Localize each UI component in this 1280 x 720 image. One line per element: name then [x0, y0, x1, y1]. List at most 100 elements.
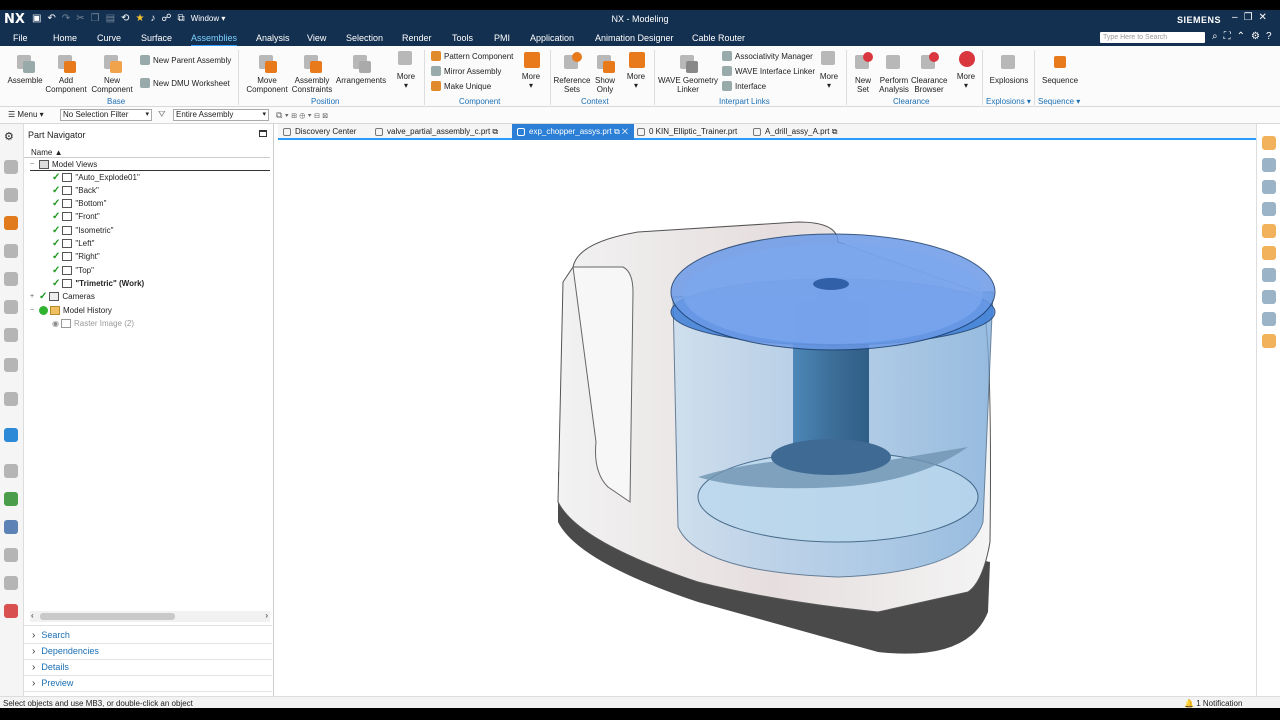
clearance-browser-button[interactable]: Clearance Browser [911, 52, 947, 94]
wave-geometry-linker-button[interactable]: WAVE Geometry Linker [658, 52, 718, 94]
tab-curve[interactable]: Curve [97, 33, 121, 43]
wave-interface-linker-button[interactable]: WAVE Interface Linker [722, 66, 815, 76]
check-icon[interactable]: ✓ [52, 211, 60, 222]
collapse-ribbon-icon[interactable]: ⌃ [1237, 31, 1245, 42]
scroll-right-icon[interactable]: › [265, 611, 268, 620]
component-more-button[interactable]: More ▾ [516, 48, 546, 90]
tab-assemblies[interactable]: Assemblies [191, 33, 238, 47]
sequence-button[interactable]: Sequence [1038, 52, 1082, 85]
assemble-button[interactable]: Assemble [6, 52, 44, 85]
position-more-button[interactable]: More ▾ [392, 48, 420, 90]
tab-analysis[interactable]: Analysis [256, 33, 290, 43]
globe-icon[interactable] [4, 428, 18, 442]
hidden-eye-icon[interactable]: ◉ [52, 319, 59, 328]
chopper-model-render[interactable] [278, 142, 1256, 696]
cut-icon[interactable]: ✂ [76, 13, 84, 24]
tree-node-view[interactable]: ✓ "Auto_Explode01" [52, 171, 140, 184]
hd3d-tools-icon[interactable] [4, 272, 18, 286]
sheets-icon[interactable] [1262, 312, 1276, 326]
new-dmu-worksheet-button[interactable]: New DMU Worksheet [140, 78, 230, 88]
assembly-navigator-icon[interactable] [4, 160, 18, 174]
tree-node-view[interactable]: ✓ "Left" [52, 237, 94, 250]
search-icon[interactable]: ⌕ [1212, 31, 1218, 42]
make-unique-button[interactable]: Make Unique [431, 81, 491, 91]
tab-animation-designer[interactable]: Animation Designer [595, 33, 674, 43]
tools-icon[interactable] [4, 548, 18, 562]
tree-node-raster-image[interactable]: ◉ Raster Image (2) [52, 317, 134, 330]
horizontal-scrollbar[interactable]: ‹ › [30, 611, 270, 622]
component-group-icon[interactable] [1262, 268, 1276, 282]
tab-application[interactable]: Application [530, 33, 574, 43]
redo-icon[interactable]: ↷ [62, 13, 70, 24]
tree-node-view[interactable]: ✓ "Isometric" [52, 224, 114, 237]
interface-button[interactable]: Interface [722, 81, 766, 91]
check-icon[interactable]: ✓ [52, 198, 60, 209]
check-icon[interactable]: ✓ [52, 172, 60, 183]
tab-home[interactable]: Home [53, 33, 77, 43]
scroll-left-icon[interactable]: ‹ [31, 611, 34, 620]
expand-icon[interactable]: + [30, 293, 36, 300]
tree-node-view[interactable]: ✓ "Back" [52, 184, 99, 197]
part-navigator-icon[interactable] [4, 216, 18, 230]
window-menu[interactable]: Window ▾ [191, 14, 226, 23]
command-search-input[interactable]: Type Here to Search [1100, 32, 1205, 43]
fit-view-icon[interactable] [1262, 290, 1276, 304]
shapes-icon[interactable] [4, 604, 18, 618]
measure-icon[interactable] [1262, 202, 1276, 216]
associativity-manager-button[interactable]: Associativity Manager [722, 51, 813, 61]
column-header-name[interactable]: Name ▲ [24, 148, 270, 158]
pattern-component-button[interactable]: Pattern Component [431, 51, 513, 61]
tab-cable-router[interactable]: Cable Router [692, 33, 745, 43]
touch-mode-icon[interactable]: ☍ [161, 13, 171, 24]
tab-file[interactable]: File [13, 33, 28, 43]
settings-icon[interactable]: ⚙ [4, 130, 18, 144]
constraint-navigator-icon[interactable] [4, 188, 18, 202]
favorite-icon[interactable]: ★ [135, 13, 144, 24]
selection-scope-dropdown[interactable]: Entire Assembly [173, 109, 269, 121]
new-set-button[interactable]: New Set [849, 52, 877, 94]
help-icon[interactable]: ? [1266, 31, 1272, 42]
group-label-explosions[interactable]: Explosions ▾ [986, 97, 1031, 106]
tree-node-cameras[interactable]: + ✓ Cameras [30, 290, 95, 303]
perform-analysis-button[interactable]: Perform Analysis [877, 52, 911, 94]
add-component-button[interactable]: Add Component [44, 52, 88, 94]
reuse-library-icon[interactable] [4, 244, 18, 258]
maximize-panel-icon[interactable] [259, 130, 267, 137]
close-icon[interactable]: ✕ [1259, 12, 1267, 23]
check-icon[interactable]: ✓ [39, 291, 47, 302]
filter-icon[interactable]: ⛛ [158, 109, 166, 120]
save-icon[interactable]: ▣ [32, 13, 41, 24]
hat-icon[interactable] [1262, 180, 1276, 194]
scrollbar-thumb[interactable] [40, 613, 175, 620]
system-materials-icon[interactable] [4, 358, 18, 372]
check-icon[interactable]: ✓ [52, 278, 60, 289]
clock-icon[interactable] [4, 464, 18, 478]
tree-node-work-view[interactable]: ✓ "Trimetric" (Work) [52, 277, 144, 290]
context-more-button[interactable]: More ▾ [622, 48, 650, 90]
tree-node-view[interactable]: ✓ "Right" [52, 250, 100, 263]
collapse-icon[interactable]: − [30, 161, 36, 168]
history-icon[interactable] [4, 328, 18, 342]
resource-icon[interactable]: ⚙ [1251, 31, 1260, 42]
repeat-command-icon[interactable]: ⟲ [121, 13, 129, 24]
tab-drill-assy[interactable]: A_drill_assy_A.prt ⧉ [748, 124, 843, 140]
close-tab-icon[interactable]: ✕ [622, 127, 628, 136]
check-icon[interactable]: ✓ [52, 238, 60, 249]
tab-surface[interactable]: Surface [141, 33, 172, 43]
arrangements-button[interactable]: Arrangements [334, 52, 388, 85]
explosions-button[interactable]: Explosions [987, 52, 1031, 85]
tab-pmi[interactable]: PMI [494, 33, 510, 43]
undo-icon[interactable]: ↶ [47, 13, 55, 24]
clearance-more-button[interactable]: More ▾ [952, 48, 980, 90]
restore-icon[interactable]: ❐ [1244, 12, 1253, 23]
assembly-constraints-button[interactable]: Assembly Constraints [290, 52, 334, 94]
move-component-button[interactable]: Move Component [244, 52, 290, 94]
graphics-window[interactable] [278, 142, 1256, 696]
layer-settings-icon[interactable] [1262, 136, 1276, 150]
tab-tools[interactable]: Tools [452, 33, 473, 43]
check-icon[interactable]: ✓ [52, 185, 60, 196]
section-preview[interactable]: Preview [32, 678, 73, 689]
manufacturing-icon[interactable] [4, 520, 18, 534]
tree-node-view[interactable]: ✓ "Top" [52, 264, 94, 277]
selection-filter-dropdown[interactable]: No Selection Filter [60, 109, 152, 121]
